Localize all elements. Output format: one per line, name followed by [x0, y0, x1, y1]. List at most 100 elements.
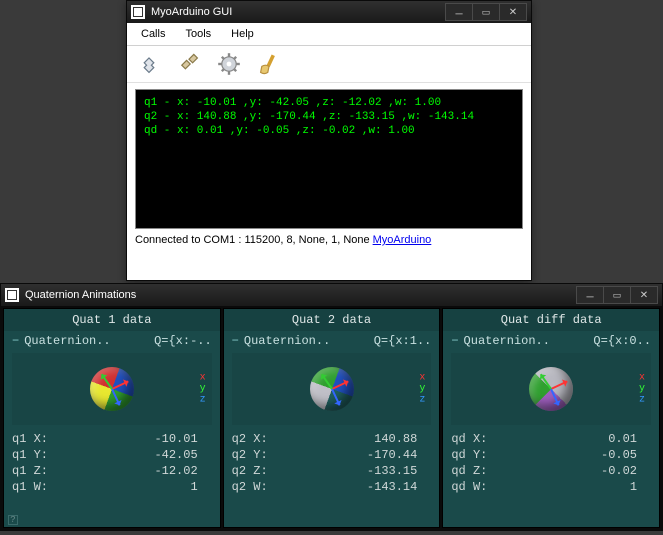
- value-row: q2 W: -143.14: [232, 479, 432, 495]
- value-key: q2 Z:: [232, 463, 292, 479]
- titlebar[interactable]: Quaternion Animations: [1, 284, 662, 306]
- x-axis-arrow-icon: [111, 380, 128, 389]
- connect-icon[interactable]: [137, 52, 161, 76]
- console-line: q2 - x: 140.88 ,y: -170.44 ,z: -133.15 ,…: [144, 110, 514, 124]
- console-line: qd - x: 0.01 ,y: -0.05 ,z: -0.02 ,w: 1.0…: [144, 124, 514, 138]
- quaternion-sphere-icon: [90, 367, 134, 411]
- minimize-button[interactable]: [576, 286, 604, 304]
- value-row: q2 Z: -133.15: [232, 463, 432, 479]
- sphere-visualization[interactable]: x y z: [12, 353, 212, 425]
- quaternion-header[interactable]: − Quaternion.. Q={x:0..: [443, 331, 659, 351]
- value-number: -0.02: [511, 463, 651, 479]
- titlebar[interactable]: MyoArduino GUI: [127, 1, 531, 23]
- maximize-button[interactable]: [472, 3, 500, 21]
- quaternion-panel: Quat 2 data − Quaternion.. Q={x:1.. x y …: [223, 308, 441, 528]
- toolbar: [127, 46, 531, 83]
- axes-legend: x y z: [200, 373, 206, 406]
- status-link[interactable]: MyoArduino: [373, 234, 432, 246]
- value-row: qd W: 1: [451, 479, 651, 495]
- value-key: q1 Y:: [12, 447, 72, 463]
- menu-help[interactable]: Help: [223, 26, 262, 42]
- quaternion-name: Quaternion..: [464, 334, 594, 348]
- quaternion-name: Quaternion..: [244, 334, 374, 348]
- quaternion-short: Q={x:-..: [154, 334, 212, 348]
- value-key: q2 X:: [232, 431, 292, 447]
- value-number: -42.05: [72, 447, 212, 463]
- value-number: -12.02: [72, 463, 212, 479]
- value-key: qd Y:: [451, 447, 511, 463]
- value-key: q1 W:: [12, 479, 72, 495]
- close-button[interactable]: [499, 3, 527, 21]
- value-row: q1 X: -10.01: [12, 431, 212, 447]
- info-icon[interactable]: ?: [8, 515, 18, 525]
- settings-icon[interactable]: [217, 52, 241, 76]
- value-key: q2 W:: [232, 479, 292, 495]
- quaternion-header[interactable]: − Quaternion.. Q={x:-..: [4, 331, 220, 351]
- z-axis-arrow-icon: [111, 389, 120, 406]
- value-row: qd X: 0.01: [451, 431, 651, 447]
- minimize-button[interactable]: [445, 3, 473, 21]
- x-axis-arrow-icon: [331, 380, 348, 389]
- clear-icon[interactable]: [257, 52, 281, 76]
- window-title: MyoArduino GUI: [151, 6, 446, 18]
- y-axis-arrow-icon: [320, 374, 332, 390]
- maximize-button[interactable]: [603, 286, 631, 304]
- value-row: q2 X: 140.88: [232, 431, 432, 447]
- quaternion-short: Q={x:1..: [374, 334, 432, 348]
- value-row: q1 Z: -12.02: [12, 463, 212, 479]
- value-list: qd X: 0.01 qd Y: -0.05 qd Z: -0.02 qd W:…: [443, 427, 659, 495]
- value-row: q1 Y: -42.05: [12, 447, 212, 463]
- status-text: Connected to COM1 : 115200, 8, None, 1, …: [135, 234, 370, 246]
- quaternion-short: Q={x:0..: [593, 334, 651, 348]
- z-axis-arrow-icon: [331, 389, 340, 406]
- window-title: Quaternion Animations: [25, 289, 577, 301]
- value-key: qd Z:: [451, 463, 511, 479]
- value-row: qd Z: -0.02: [451, 463, 651, 479]
- value-row: q2 Y: -170.44: [232, 447, 432, 463]
- sphere-visualization[interactable]: x y z: [232, 353, 432, 425]
- value-list: q2 X: 140.88 q2 Y: -170.44 q2 Z: -133.15…: [224, 427, 440, 495]
- quaternion-header[interactable]: − Quaternion.. Q={x:1..: [224, 331, 440, 351]
- y-axis-arrow-icon: [540, 374, 552, 390]
- z-axis-arrow-icon: [550, 389, 559, 406]
- menu-tools[interactable]: Tools: [177, 26, 219, 42]
- sphere-visualization[interactable]: x y z: [451, 353, 651, 425]
- myoarduino-window: MyoArduino GUI Calls Tools Help q1 - x: …: [126, 0, 532, 281]
- quaternion-name: Quaternion..: [24, 334, 154, 348]
- quaternion-panel: Quat diff data − Quaternion.. Q={x:0.. x…: [442, 308, 660, 528]
- x-axis-arrow-icon: [551, 380, 568, 389]
- disconnect-icon[interactable]: [177, 52, 201, 76]
- value-number: 140.88: [292, 431, 432, 447]
- axes-legend: x y z: [419, 373, 425, 406]
- close-button[interactable]: [630, 286, 658, 304]
- value-row: qd Y: -0.05: [451, 447, 651, 463]
- menu-calls[interactable]: Calls: [133, 26, 173, 42]
- value-key: qd X:: [451, 431, 511, 447]
- value-number: -0.05: [511, 447, 651, 463]
- collapse-icon[interactable]: −: [451, 334, 458, 348]
- panel-title: Quat diff data: [443, 309, 659, 331]
- value-number: 1: [511, 479, 651, 495]
- statusbar: Connected to COM1 : 115200, 8, None, 1, …: [127, 229, 531, 253]
- value-number: 1: [72, 479, 212, 495]
- value-key: q1 X:: [12, 431, 72, 447]
- value-number: 0.01: [511, 431, 651, 447]
- console-output: q1 - x: -10.01 ,y: -42.05 ,z: -12.02 ,w:…: [136, 90, 522, 228]
- quaternion-window: Quaternion Animations Quat 1 data − Quat…: [0, 283, 663, 531]
- value-number: -170.44: [292, 447, 432, 463]
- value-number: -143.14: [292, 479, 432, 495]
- console-line: q1 - x: -10.01 ,y: -42.05 ,z: -12.02 ,w:…: [144, 96, 514, 110]
- collapse-icon[interactable]: −: [232, 334, 239, 348]
- app-icon: [131, 5, 145, 19]
- value-key: q1 Z:: [12, 463, 72, 479]
- panel-title: Quat 1 data: [4, 309, 220, 331]
- value-key: qd W:: [451, 479, 511, 495]
- app-icon: [5, 288, 19, 302]
- quaternion-panel: Quat 1 data − Quaternion.. Q={x:-.. x y …: [3, 308, 221, 528]
- value-number: -133.15: [292, 463, 432, 479]
- value-list: q1 X: -10.01 q1 Y: -42.05 q1 Z: -12.02 q…: [4, 427, 220, 495]
- axes-legend: x y z: [639, 373, 645, 406]
- menubar: Calls Tools Help: [127, 23, 531, 46]
- collapse-icon[interactable]: −: [12, 334, 19, 348]
- quaternion-sphere-icon: [310, 367, 354, 411]
